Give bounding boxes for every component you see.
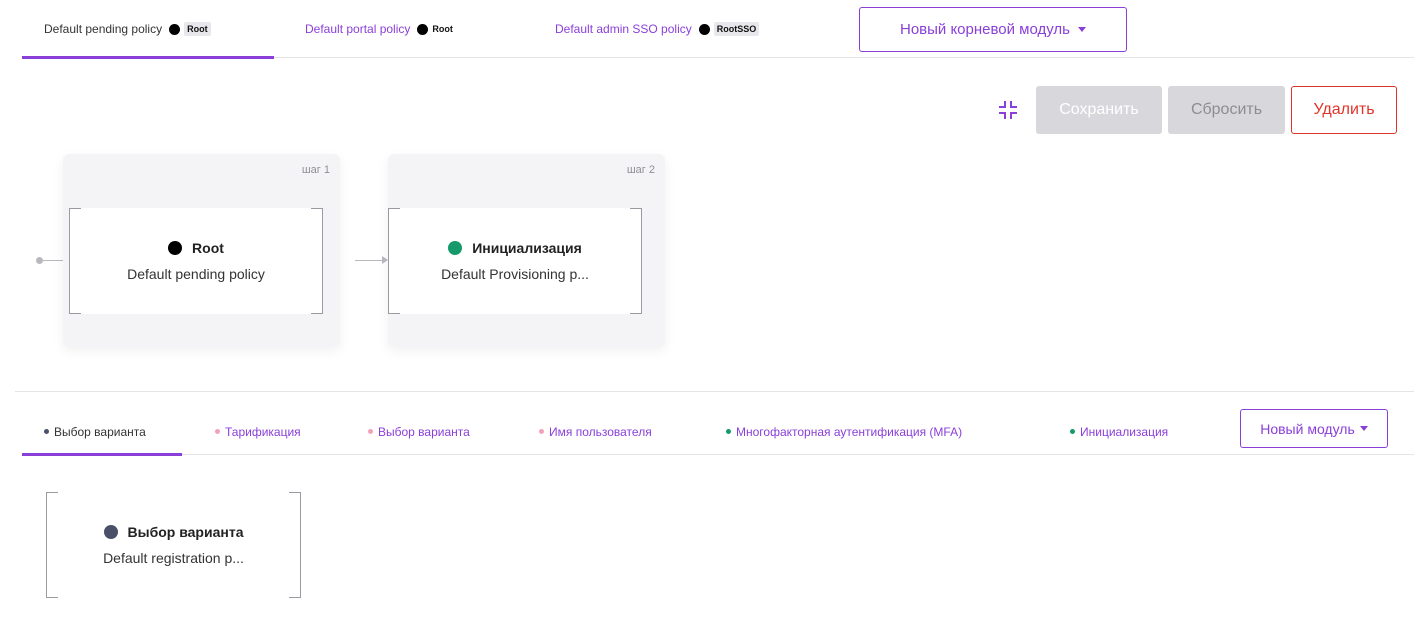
module-tab-label: Инициализация bbox=[1080, 424, 1169, 439]
node-title-text: Root bbox=[192, 240, 224, 256]
root-dot-icon bbox=[698, 23, 710, 35]
node-subtitle: Default registration p... bbox=[103, 550, 244, 566]
active-tab-underline bbox=[22, 453, 182, 456]
tab-label: Default portal policy bbox=[305, 22, 411, 36]
flow-node-root[interactable]: Root Default pending policy bbox=[69, 208, 323, 314]
chevron-down-icon bbox=[1078, 27, 1087, 32]
module-tab-initialization[interactable]: Инициализация bbox=[1070, 408, 1168, 455]
module-dot-icon bbox=[168, 241, 183, 255]
node-title: Инициализация bbox=[448, 240, 582, 256]
reset-button[interactable]: Сбросить bbox=[1168, 86, 1285, 134]
tab-badge: Root bbox=[432, 24, 453, 34]
policy-tabs: Default pending policy Root Default port… bbox=[22, 0, 1414, 59]
new-module-button[interactable]: Новый модуль bbox=[1240, 409, 1388, 448]
root-dot-icon bbox=[417, 23, 429, 35]
module-dot-icon bbox=[1070, 429, 1075, 434]
module-dot-icon bbox=[103, 525, 118, 539]
step-label: шаг 1 bbox=[301, 164, 330, 176]
step-card-1: шаг 1 Root Default pending policy bbox=[63, 154, 340, 347]
module-tab-billing[interactable]: Тарификация bbox=[215, 408, 301, 455]
module-dot-icon bbox=[368, 429, 373, 434]
tab-badge: RootSSO bbox=[713, 22, 760, 36]
tab-badge: Root bbox=[184, 22, 211, 36]
new-root-module-button[interactable]: Новый корневой модуль bbox=[859, 7, 1127, 52]
tab-default-admin-sso-policy[interactable]: Default admin SSO policy RootSSO bbox=[555, 0, 760, 58]
node-title: Root bbox=[168, 240, 224, 256]
node-title-text: Выбор варианта bbox=[127, 524, 244, 540]
module-tab-mfa[interactable]: Многофакторная аутентификация (MFA) bbox=[726, 408, 962, 455]
active-tab-underline bbox=[22, 56, 274, 59]
module-dot-icon bbox=[44, 429, 49, 434]
delete-button[interactable]: Удалить bbox=[1291, 86, 1397, 134]
step-card-2: шаг 2 Инициализация Default Provisioning… bbox=[388, 154, 665, 347]
node-title: Выбор варианта bbox=[103, 524, 244, 540]
compress-icon[interactable] bbox=[998, 100, 1018, 120]
module-tab-choice[interactable]: Выбор варианта bbox=[22, 408, 182, 456]
tab-default-pending-policy[interactable]: Default pending policy Root bbox=[22, 0, 274, 59]
module-tab-label: Выбор варианта bbox=[54, 424, 146, 439]
step-label: шаг 2 bbox=[626, 164, 655, 176]
new-module-label: Новый модуль bbox=[1260, 420, 1355, 437]
section-divider bbox=[15, 391, 1414, 392]
module-dot-icon bbox=[539, 429, 544, 434]
flow-node-initialization[interactable]: Инициализация Default Provisioning p... bbox=[388, 208, 642, 314]
module-tab-label: Тарификация bbox=[225, 424, 301, 439]
tab-default-portal-policy[interactable]: Default portal policy Root bbox=[305, 0, 453, 58]
module-node-choice[interactable]: Выбор варианта Default registration p... bbox=[46, 492, 301, 598]
module-tab-username[interactable]: Имя пользователя bbox=[539, 408, 652, 455]
module-tab-choice-2[interactable]: Выбор варианта bbox=[368, 408, 470, 455]
module-tab-label: Имя пользователя bbox=[549, 424, 652, 439]
module-tab-label: Многофакторная аутентификация (MFA) bbox=[736, 424, 963, 439]
module-tabs: Выбор варианта Тарификация Выбор вариант… bbox=[22, 408, 1414, 456]
save-button[interactable]: Сохранить bbox=[1036, 86, 1162, 134]
chevron-down-icon bbox=[1359, 426, 1368, 431]
tab-label: Default admin SSO policy bbox=[555, 22, 692, 36]
new-root-module-label: Новый корневой модуль bbox=[899, 21, 1071, 38]
root-dot-icon bbox=[169, 23, 181, 35]
module-dot-icon bbox=[726, 429, 731, 434]
module-dot-icon bbox=[215, 429, 220, 434]
tab-label: Default pending policy bbox=[44, 22, 163, 36]
flow-start-dot bbox=[36, 257, 43, 264]
module-tab-label: Выбор варианта bbox=[378, 424, 470, 439]
flow-connector bbox=[355, 256, 388, 264]
node-title-text: Инициализация bbox=[472, 240, 582, 256]
node-subtitle: Default pending policy bbox=[127, 266, 265, 282]
node-subtitle: Default Provisioning p... bbox=[441, 266, 589, 282]
module-dot-icon bbox=[448, 241, 463, 255]
